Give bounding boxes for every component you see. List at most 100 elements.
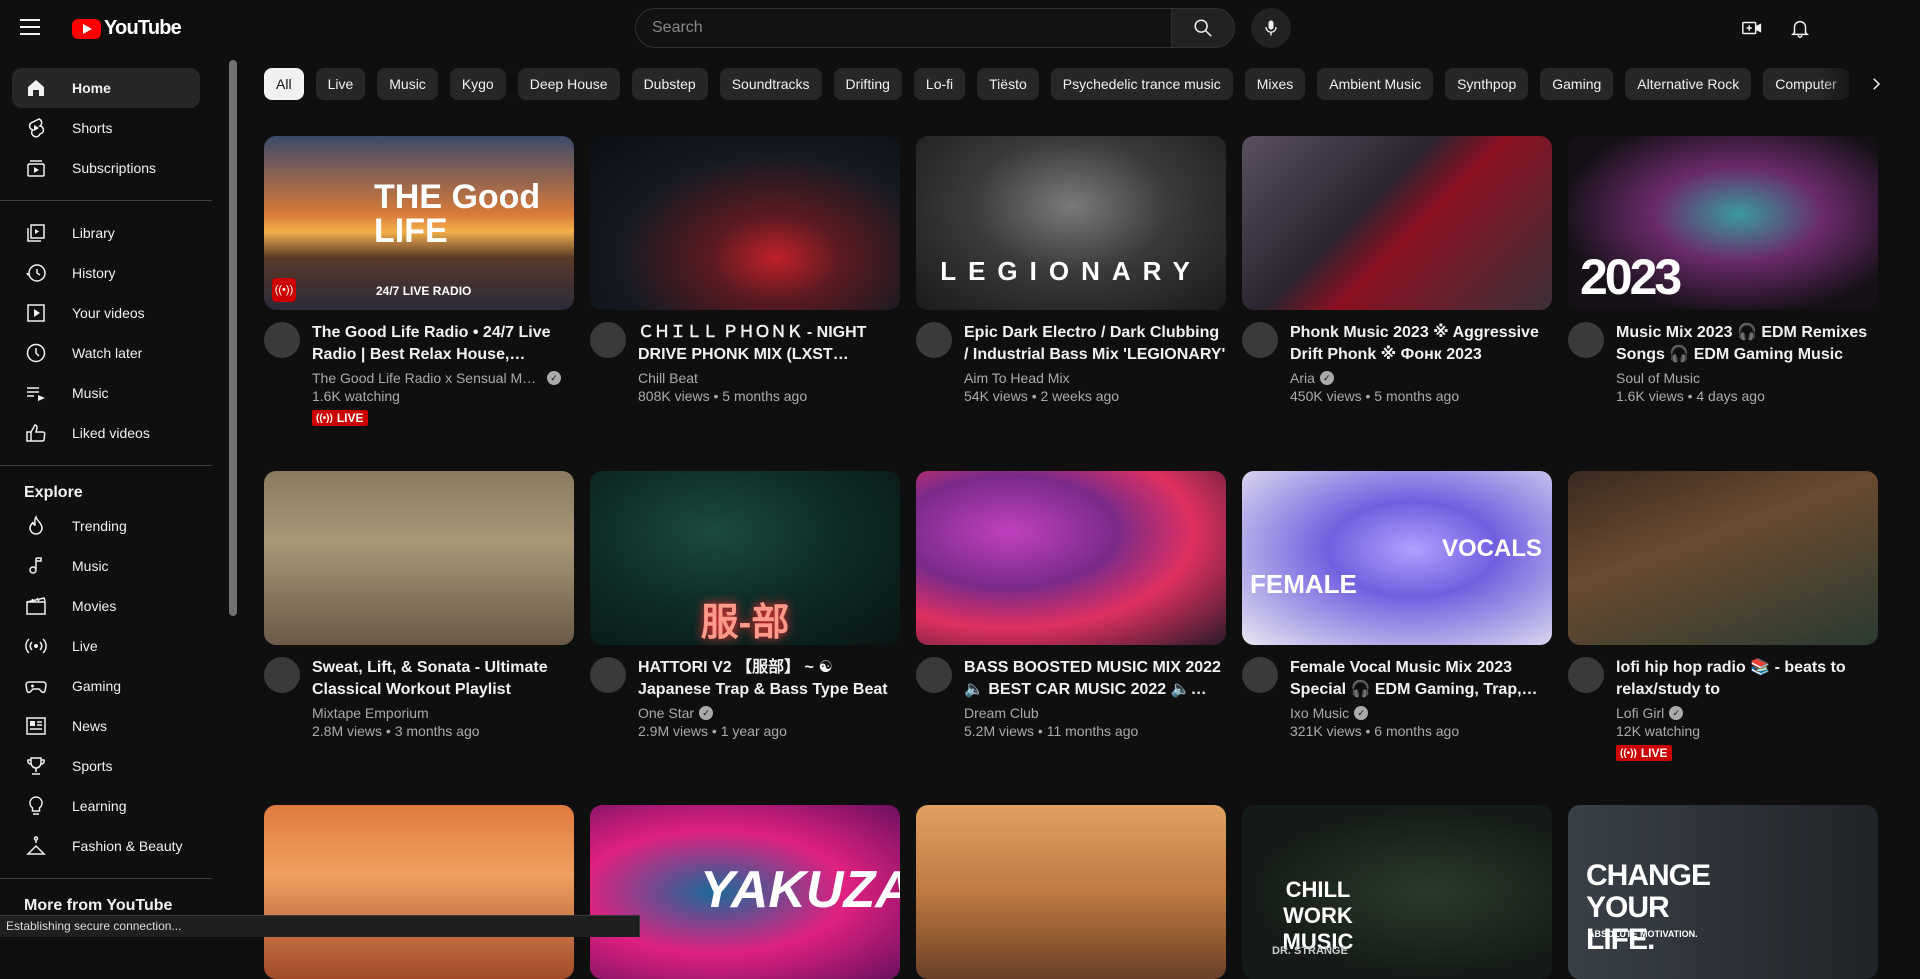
chip-mixes[interactable]: Mixes [1244, 68, 1306, 100]
channel-avatar[interactable] [264, 657, 300, 693]
video-title[interactable]: HATTORI V2 【服部】 ~ ☯ Japanese Trap & Bass… [638, 657, 900, 701]
sidebar-item-shorts[interactable]: Shorts [12, 108, 200, 148]
video-thumbnail[interactable] [1242, 136, 1552, 310]
channel-name[interactable]: One Star [638, 705, 694, 721]
video-thumbnail[interactable] [916, 471, 1226, 645]
channel-avatar[interactable] [590, 322, 626, 358]
video-title[interactable]: Sweat, Lift, & Sonata - Ultimate Classic… [312, 657, 574, 701]
channel-name[interactable]: Ixo Music [1290, 705, 1349, 721]
video-card[interactable]: Sweat, Lift, & Sonata - Ultimate Classic… [264, 471, 574, 739]
chip-lo-fi[interactable]: Lo-fi [913, 68, 966, 100]
chip-gaming[interactable]: Gaming [1540, 68, 1614, 100]
hamburger-menu-icon[interactable] [20, 14, 52, 42]
search-input[interactable] [635, 8, 1171, 48]
video-card[interactable]: THE Good LIFE 24/7 LIVE RADIO ((•)) The Go… [264, 136, 574, 426]
channel-name[interactable]: Mixtape Emporium [312, 705, 429, 721]
channel-name[interactable]: Chill Beat [638, 370, 698, 386]
video-card[interactable]: LEGIONARY Epic Dark Electro / Dark Clubb… [916, 136, 1226, 404]
video-card[interactable]: YAKUZA [590, 805, 900, 979]
sidebar-scrollbar[interactable] [229, 60, 237, 616]
video-thumbnail[interactable] [1568, 471, 1878, 645]
video-card[interactable]: BASS BOOSTED MUSIC MIX 2022 🔈 BEST CAR M… [916, 471, 1226, 739]
sidebar-item-music[interactable]: Music [12, 373, 200, 413]
youtube-logo[interactable]: YouTube [72, 17, 182, 40]
video-card[interactable]: 服-部 HATTORI V2 【服部】 ~ ☯ Japanese Trap & … [590, 471, 900, 739]
sidebar-item-sports[interactable]: Sports [12, 746, 200, 786]
sidebar-item-learning[interactable]: Learning [12, 786, 200, 826]
channel-name[interactable]: Dream Club [964, 705, 1039, 721]
sidebar-item-gaming[interactable]: Gaming [12, 666, 200, 706]
chip-music[interactable]: Music [377, 68, 438, 100]
video-thumbnail[interactable] [264, 805, 574, 979]
chip-ti-sto[interactable]: Tiësto [977, 68, 1039, 100]
sidebar-item-music[interactable]: Music [12, 546, 200, 586]
video-title[interactable]: lofi hip hop radio 📚 - beats to relax/st… [1616, 657, 1878, 701]
video-title[interactable]: Music Mix 2023 🎧 EDM Remixes Songs 🎧 EDM… [1616, 322, 1878, 366]
sidebar-item-subscriptions[interactable]: Subscriptions [12, 148, 200, 188]
video-card[interactable] [264, 805, 574, 979]
chip-live[interactable]: Live [315, 68, 366, 100]
video-title[interactable]: Female Vocal Music Mix 2023 Special 🎧 ED… [1290, 657, 1552, 701]
chip-ambient-music[interactable]: Ambient Music [1317, 68, 1434, 100]
video-thumbnail[interactable]: CHANGE YOUR LIFE. ABSOLUTE MOTIVATION. [1568, 805, 1878, 979]
video-title[interactable]: Phonk Music 2023 ※ Aggressive Drift Phon… [1290, 322, 1552, 366]
video-title[interactable]: ＣＨＩＬＬ ＰＨＯＮＫ - NIGHT DRIVE PHONK MIX (LXS… [638, 322, 900, 366]
sidebar-item-history[interactable]: History [12, 253, 200, 293]
chip-alternative-rock[interactable]: Alternative Rock [1625, 68, 1752, 100]
sidebar-item-live[interactable]: Live [12, 626, 200, 666]
chip-soundtracks[interactable]: Soundtracks [719, 68, 822, 100]
chip-psychedelic-trance-music[interactable]: Psychedelic trance music [1050, 68, 1233, 100]
chip-synthpop[interactable]: Synthpop [1445, 68, 1529, 100]
channel-avatar[interactable] [590, 657, 626, 693]
video-thumbnail[interactable]: THE Good LIFE 24/7 LIVE RADIO ((•)) [264, 136, 574, 310]
channel-avatar[interactable] [916, 322, 952, 358]
video-thumbnail[interactable]: FEMALE VOCALS [1242, 471, 1552, 645]
video-card[interactable]: 2023 Music Mix 2023 🎧 EDM Remixes Songs … [1568, 136, 1878, 404]
video-card[interactable]: CHILL WORK MUSIC DR. STRANGE [1242, 805, 1552, 979]
channel-avatar[interactable] [1242, 657, 1278, 693]
video-thumbnail[interactable]: CHILL WORK MUSIC DR. STRANGE [1242, 805, 1552, 979]
search-button[interactable] [1171, 8, 1235, 48]
video-card[interactable]: CHANGE YOUR LIFE. ABSOLUTE MOTIVATION. [1568, 805, 1878, 979]
video-thumbnail[interactable]: 2023 [1568, 136, 1878, 310]
video-thumbnail[interactable] [264, 471, 574, 645]
channel-name[interactable]: Lofi Girl [1616, 705, 1664, 721]
video-card[interactable] [916, 805, 1226, 979]
chip-kygo[interactable]: Kygo [449, 68, 506, 100]
channel-avatar[interactable] [1242, 322, 1278, 358]
sidebar-item-watch-later[interactable]: Watch later [12, 333, 200, 373]
notifications-button[interactable] [1780, 8, 1820, 48]
sidebar-item-news[interactable]: News [12, 706, 200, 746]
video-card[interactable]: Phonk Music 2023 ※ Aggressive Drift Phon… [1242, 136, 1552, 404]
video-thumbnail[interactable] [916, 805, 1226, 979]
sidebar-item-movies[interactable]: Movies [12, 586, 200, 626]
channel-name[interactable]: Aim To Head Mix [964, 370, 1070, 386]
chip-dubstep[interactable]: Dubstep [631, 68, 708, 100]
video-thumbnail[interactable] [590, 136, 900, 310]
channel-name[interactable]: Soul of Music [1616, 370, 1700, 386]
video-title[interactable]: Epic Dark Electro / Dark Clubbing / Indu… [964, 322, 1226, 366]
video-title[interactable]: The Good Life Radio • 24/7 Live Radio | … [312, 322, 574, 366]
channel-name[interactable]: Aria [1290, 370, 1315, 386]
channel-name[interactable]: The Good Life Radio x Sensual Musique [312, 370, 542, 386]
video-card[interactable]: ＣＨＩＬＬ ＰＨＯＮＫ - NIGHT DRIVE PHONK MIX (LXS… [590, 136, 900, 404]
channel-avatar[interactable] [1568, 657, 1604, 693]
create-button[interactable] [1732, 8, 1772, 48]
chip-deep-house[interactable]: Deep House [517, 68, 620, 100]
sidebar-item-fashion-beauty[interactable]: Fashion & Beauty [12, 826, 200, 866]
chip-drifting[interactable]: Drifting [833, 68, 902, 100]
video-card[interactable]: FEMALE VOCALS Female Vocal Music Mix 2023… [1242, 471, 1552, 739]
channel-avatar[interactable] [1568, 322, 1604, 358]
voice-search-button[interactable] [1251, 8, 1291, 48]
sidebar-item-liked-videos[interactable]: Liked videos [12, 413, 200, 453]
channel-avatar[interactable] [264, 322, 300, 358]
video-title[interactable]: BASS BOOSTED MUSIC MIX 2022 🔈 BEST CAR M… [964, 657, 1226, 701]
chips-next-button[interactable] [1860, 68, 1892, 100]
sidebar-item-home[interactable]: Home [12, 68, 200, 108]
video-thumbnail[interactable]: LEGIONARY [916, 136, 1226, 310]
sidebar-item-trending[interactable]: Trending [12, 506, 200, 546]
video-thumbnail[interactable]: 服-部 [590, 471, 900, 645]
channel-avatar[interactable] [916, 657, 952, 693]
chip-all[interactable]: All [264, 68, 304, 100]
sidebar-item-library[interactable]: Library [12, 213, 200, 253]
